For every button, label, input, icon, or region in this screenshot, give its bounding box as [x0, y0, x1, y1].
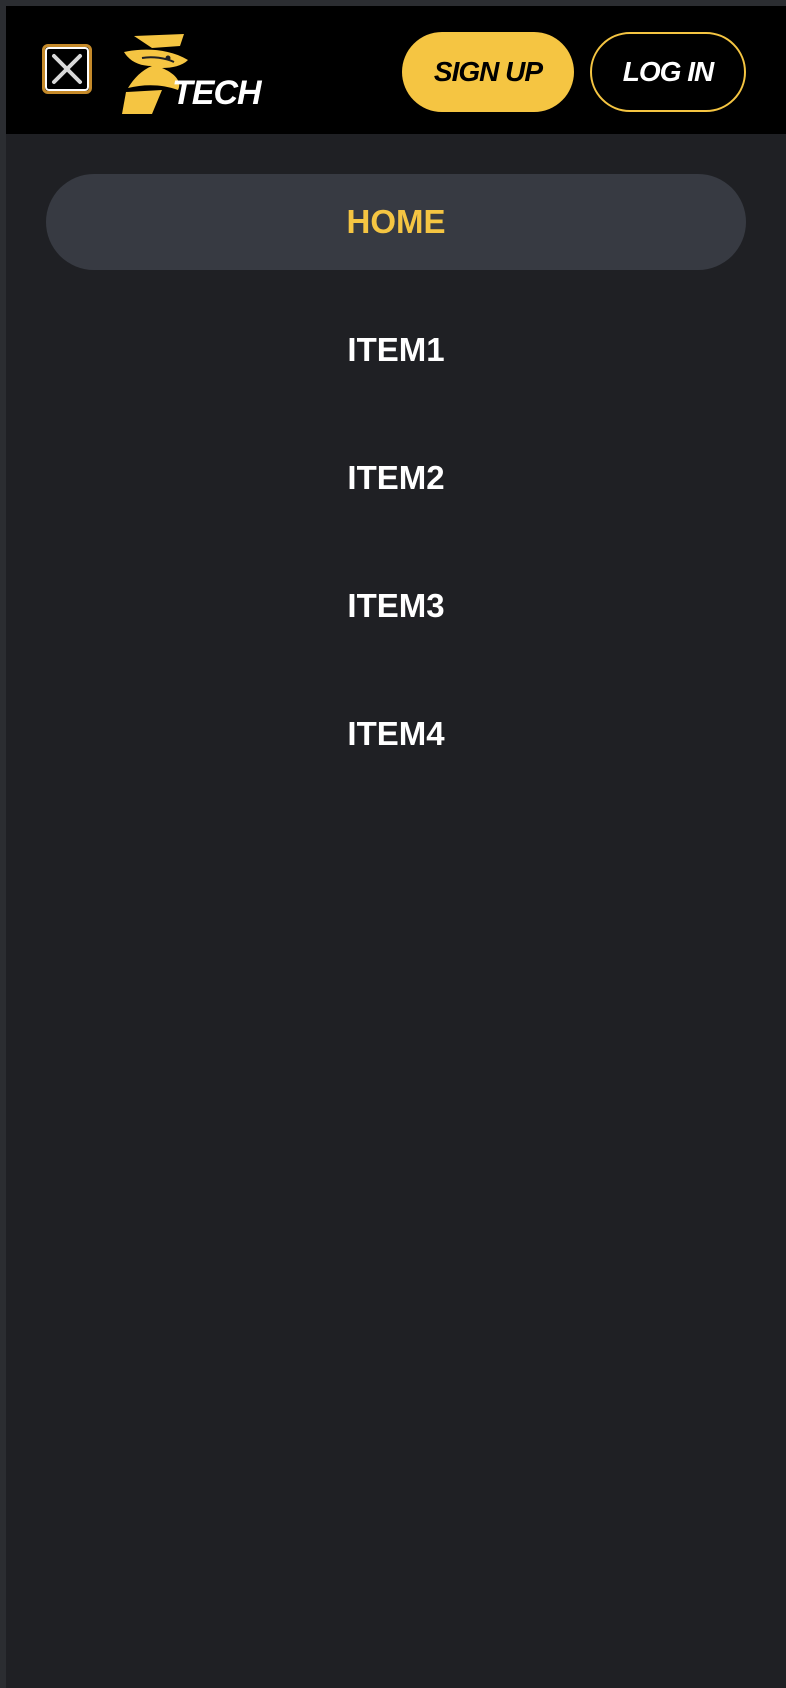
top-bar: TECH SIGN UP LOG IN: [6, 6, 786, 134]
close-menu-button[interactable]: [42, 44, 92, 94]
brand-logo[interactable]: TECH: [122, 30, 272, 116]
logo-text: TECH: [172, 74, 262, 112]
menu-item-item4[interactable]: ITEM4: [46, 686, 746, 782]
nav-menu: HOME ITEM1 ITEM2 ITEM3 ITEM4: [46, 174, 746, 814]
menu-item-item1[interactable]: ITEM1: [46, 302, 746, 398]
menu-item-item2[interactable]: ITEM2: [46, 430, 746, 526]
close-icon: [45, 47, 89, 91]
sign-up-button[interactable]: SIGN UP: [402, 32, 574, 112]
menu-item-item3[interactable]: ITEM3: [46, 558, 746, 654]
log-in-button[interactable]: LOG IN: [590, 32, 746, 112]
app-frame: TECH SIGN UP LOG IN HOME ITEM1 ITEM2 ITE…: [6, 6, 786, 1688]
menu-item-home[interactable]: HOME: [46, 174, 746, 270]
